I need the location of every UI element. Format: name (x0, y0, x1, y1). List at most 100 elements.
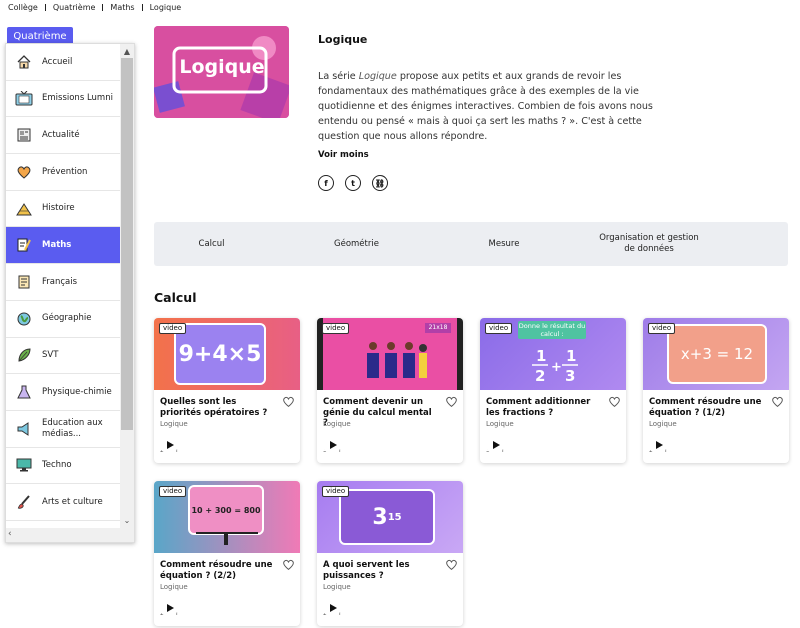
card-title[interactable]: Quelles sont les priorités opératoires ? (160, 397, 276, 418)
scroll-thumb[interactable] (121, 58, 133, 430)
favorite-heart-icon[interactable] (282, 395, 295, 408)
facebook-icon[interactable]: f (318, 175, 334, 191)
breadcrumb-subject[interactable]: Maths (110, 3, 134, 12)
tab-organisation[interactable]: Organisation et gestion de données (594, 233, 704, 255)
card-serie: Logique (323, 420, 351, 428)
play-icon[interactable] (486, 436, 504, 454)
play-icon[interactable] (323, 436, 341, 454)
breadcrumb-separator (44, 4, 46, 11)
sidebar-item-svt[interactable]: SVT (6, 338, 121, 375)
sidebar-item-prevention[interactable]: Prévention (6, 154, 121, 191)
favorite-heart-icon[interactable] (445, 395, 458, 408)
play-icon[interactable] (323, 599, 341, 617)
breadcrumb-separator (141, 4, 143, 11)
card-title[interactable]: A quoi servent les puissances ? (323, 560, 439, 581)
svg-text:+: + (551, 360, 562, 375)
card-serie: Logique (486, 420, 514, 428)
sidebar-item-physique-chimie[interactable]: Physique-chimie (6, 374, 121, 411)
description-text: La série (318, 71, 359, 82)
video-card[interactable]: 10 + 300 = 800 video Comment résoudre un… (154, 481, 300, 626)
category-tabs: Calcul Géométrie Mesure Organisation et … (154, 222, 788, 266)
globe-icon (6, 311, 42, 327)
sidebar-item-geographie[interactable]: Géographie (6, 301, 121, 338)
serie-title: Logique (318, 33, 368, 46)
thumbnail-screen: 3 15 (339, 489, 435, 545)
tv-icon (6, 90, 42, 107)
scroll-up-arrow-icon[interactable]: ▲ (120, 45, 134, 57)
card-title[interactable]: Comment résoudre une équation ? (2/2) (160, 560, 276, 581)
sidebar-item-francais[interactable]: Français (6, 264, 121, 301)
serie-thumbnail-text: Logique (179, 56, 265, 78)
sidebar-item-label: Accueil (42, 56, 73, 67)
sidebar-item-label: Géographie (42, 313, 92, 324)
sidebar-item-label: Maths (42, 239, 72, 250)
video-badge: video (322, 323, 350, 334)
video-card[interactable]: 3 15 video A quoi servent les puissances … (317, 481, 463, 626)
card-serie: Logique (649, 420, 677, 428)
svg-text:1: 1 (566, 347, 576, 365)
sidebar-item-label: Histoire (42, 203, 75, 214)
sidebar-item-maths[interactable]: Maths (6, 227, 121, 265)
sidebar-item-actualite[interactable]: Actualité (6, 117, 121, 155)
favorite-heart-icon[interactable] (771, 395, 784, 408)
play-icon[interactable] (160, 599, 178, 617)
sidebar-list: Accueil Emissions Lumni Actualité Préven… (6, 44, 121, 521)
breadcrumb-level[interactable]: Quatrième (53, 3, 96, 12)
video-card[interactable]: 21x18 video Comment devenir un génie du … (317, 318, 463, 463)
scroll-left-arrow-icon[interactable]: ‹ (8, 529, 12, 539)
thumbnail-text: 3 (372, 504, 388, 530)
sidebar-item-label: SVT (42, 350, 59, 361)
video-badge: video (322, 486, 350, 497)
flask-icon (6, 384, 42, 400)
card-serie: Logique (160, 420, 188, 428)
card-serie: Logique (323, 583, 351, 591)
sidebar-horizontal-scrollbar[interactable]: ‹ (6, 528, 121, 542)
sidebar: Accueil Emissions Lumni Actualité Préven… (5, 43, 135, 543)
sidebar-item-label: Emissions Lumni (42, 93, 113, 104)
sidebar-item-label: Education aux médias... (42, 418, 103, 439)
copy-link-icon[interactable]: ⛓ (372, 175, 388, 191)
heart-hands-icon (6, 164, 42, 180)
video-card[interactable]: x+3 = 12 video Comment résoudre une équa… (643, 318, 789, 463)
breadcrumb-separator (102, 4, 104, 11)
sidebar-item-label: Physique-chimie (42, 386, 112, 397)
megaphone-icon (6, 421, 42, 437)
sidebar-item-histoire[interactable]: Histoire (6, 191, 121, 228)
sidebar-item-techno[interactable]: Techno (6, 448, 121, 485)
sidebar-item-arts[interactable]: Arts et culture (6, 484, 121, 521)
sidebar-item-label: Arts et culture (42, 496, 103, 507)
video-badge: video (648, 323, 676, 334)
video-card[interactable]: Donne le résultat du calcul : 1 2 + 1 3 … (480, 318, 626, 463)
tab-calcul[interactable]: Calcul (184, 239, 239, 250)
tab-geometrie[interactable]: Géométrie (324, 239, 389, 250)
twitter-icon[interactable]: t (345, 175, 361, 191)
sidebar-item-education-medias[interactable]: Education aux médias... (6, 411, 121, 448)
card-title[interactable]: Comment résoudre une équation ? (1/2) (649, 397, 765, 418)
card-title[interactable]: Comment additionner les fractions ? (486, 397, 602, 418)
monitor-icon (6, 457, 42, 473)
video-card[interactable]: 9+4×5 video Quelles sont les priorités o… (154, 318, 300, 463)
voir-moins-link[interactable]: Voir moins (318, 150, 369, 160)
card-serie: Logique (160, 583, 188, 591)
book-icon (6, 274, 42, 290)
sidebar-item-emissions[interactable]: Emissions Lumni (6, 81, 121, 118)
breadcrumb-college[interactable]: Collège (8, 3, 38, 12)
play-icon[interactable] (160, 436, 178, 454)
video-badge: video (159, 486, 187, 497)
favorite-heart-icon[interactable] (608, 395, 621, 408)
serie-description: La série Logique propose aux petits et a… (318, 69, 678, 144)
favorite-heart-icon[interactable] (282, 558, 295, 571)
leaf-icon (6, 347, 42, 363)
sidebar-scrollbar[interactable]: ▲ ⌄ (120, 44, 134, 542)
svg-text:3: 3 (565, 367, 575, 385)
math-icon (6, 237, 42, 253)
play-icon[interactable] (649, 436, 667, 454)
sidebar-item-accueil[interactable]: Accueil (6, 44, 121, 81)
tab-mesure[interactable]: Mesure (474, 239, 534, 250)
thumbnail-text: 21x18 (428, 324, 448, 331)
scroll-down-arrow-icon[interactable]: ⌄ (120, 514, 134, 526)
brush-icon (6, 494, 42, 510)
thumbnail-screen: 9+4×5 (174, 323, 266, 385)
favorite-heart-icon[interactable] (445, 558, 458, 571)
sidebar-item-label: Techno (42, 460, 72, 471)
